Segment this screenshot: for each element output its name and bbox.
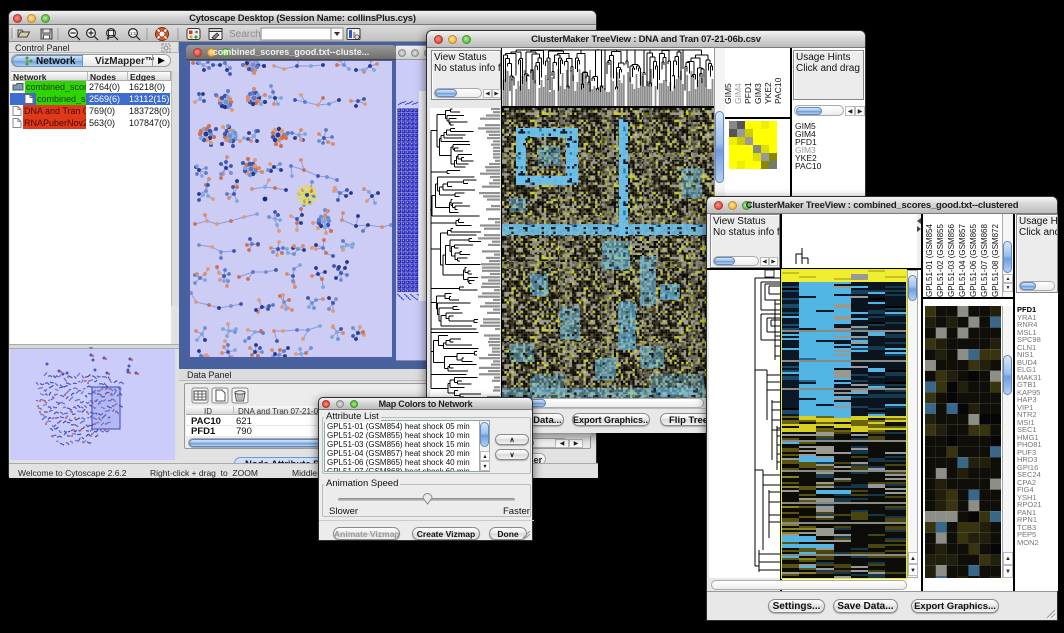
- svg-text:GPL51-07 (GSM868: GPL51-07 (GSM868: [980, 224, 989, 297]
- svg-text:GPL51-02 (GSM855: GPL51-02 (GSM855: [936, 224, 945, 297]
- svg-text:GPL51-03 (GSM856: GPL51-03 (GSM856: [947, 224, 956, 297]
- svg-text:Search:: Search:: [229, 29, 263, 40]
- svg-text:YKE2: YKE2: [763, 82, 773, 104]
- svg-text:GPL51-04 (GSM857: GPL51-04 (GSM857: [958, 224, 967, 297]
- svg-text:GIM5: GIM5: [723, 83, 733, 104]
- svg-text:GIM3: GIM3: [753, 83, 763, 104]
- svg-text:GIM4: GIM4: [733, 83, 743, 104]
- svg-text:PFD1: PFD1: [743, 82, 753, 104]
- svg-text:GPL51-08 (GSM872: GPL51-08 (GSM872: [991, 224, 1000, 297]
- svg-text:GPL51-06 (GSM865: GPL51-06 (GSM865: [969, 224, 978, 297]
- svg-text:PAC10: PAC10: [773, 77, 783, 104]
- svg-text:GPL51-01 (GSM854: GPL51-01 (GSM854: [925, 224, 934, 297]
- svg-text:1:1: 1:1: [130, 31, 137, 36]
